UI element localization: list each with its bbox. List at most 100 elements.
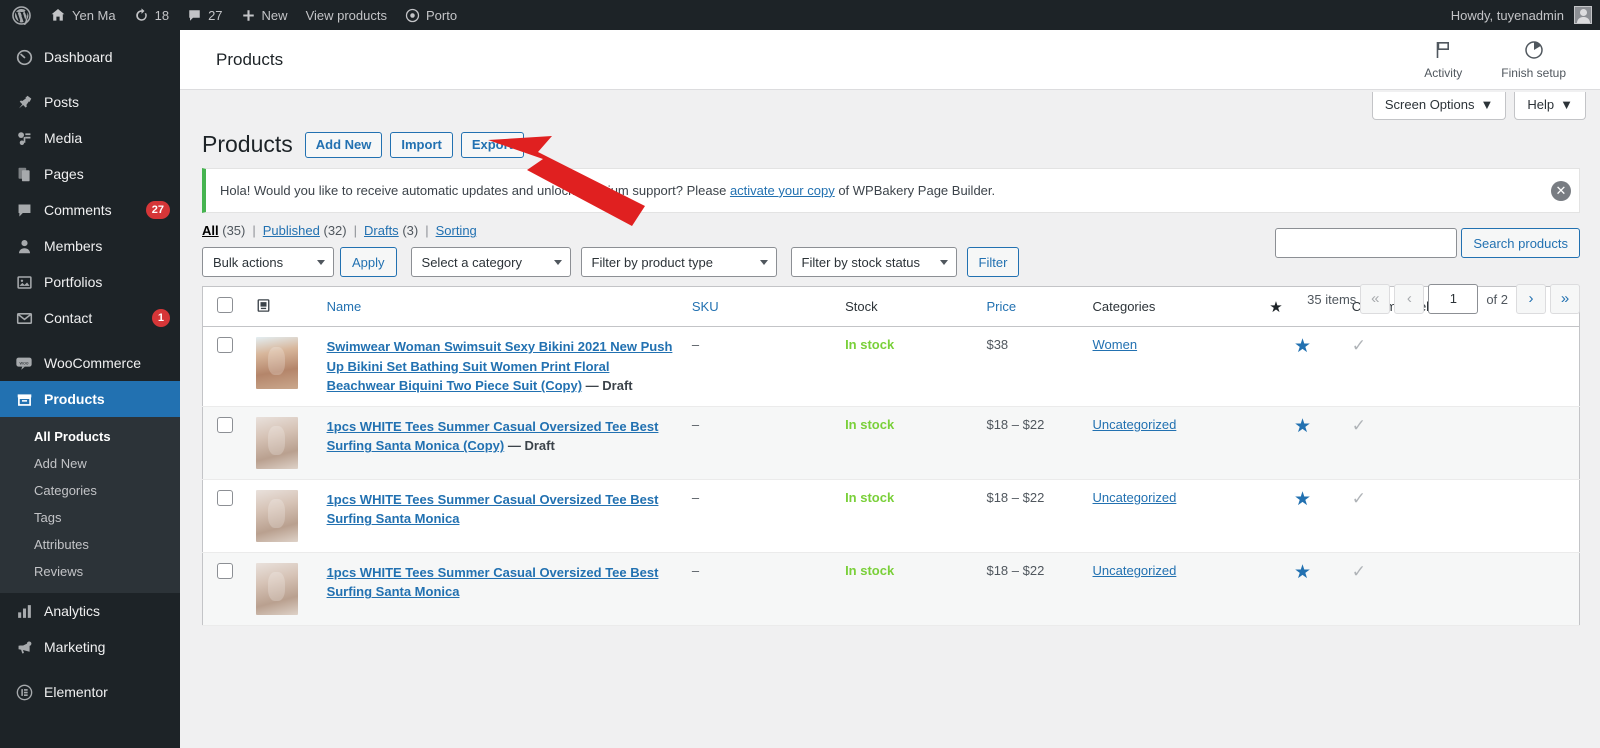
product-title-link[interactable]: 1pcs WHITE Tees Summer Casual Oversized … <box>327 565 659 600</box>
help-tab[interactable]: Help ▼ <box>1514 92 1586 120</box>
svg-text:woo: woo <box>19 361 28 366</box>
category-link[interactable]: Uncategorized <box>1093 490 1177 505</box>
chevron-down-icon: ▼ <box>1480 97 1494 112</box>
category-link[interactable]: Uncategorized <box>1093 417 1177 432</box>
activity-label: Activity <box>1424 65 1463 80</box>
sidebar-item-members[interactable]: Members <box>0 228 180 264</box>
search-input[interactable] <box>1275 228 1458 258</box>
row-checkbox[interactable] <box>217 489 233 506</box>
view-drafts-link[interactable]: Drafts <box>364 223 399 238</box>
view-drafts[interactable]: Drafts (3) <box>364 223 418 238</box>
chevron-down-icon <box>939 260 948 266</box>
sidebar-item-products[interactable]: Products <box>0 381 188 417</box>
sidebar-item-media[interactable]: Media <box>0 120 180 156</box>
search-products-button[interactable]: Search products <box>1461 228 1580 258</box>
first-page-button[interactable]: « <box>1360 284 1391 314</box>
product-title-link[interactable]: 1pcs WHITE Tees Summer Casual Oversized … <box>327 419 659 454</box>
featured-star-icon[interactable]: ★ <box>1294 336 1311 357</box>
featured-star-icon[interactable]: ★ <box>1294 562 1311 583</box>
featured-star-icon[interactable]: ★ <box>1294 489 1311 510</box>
featured-star-icon[interactable]: ★ <box>1294 416 1311 437</box>
row-checkbox-cell[interactable] <box>202 479 248 553</box>
submenu-item-attributes[interactable]: Attributes <box>0 531 180 558</box>
row-checkbox-cell[interactable] <box>202 552 248 626</box>
howdy-label: Howdy, tuyenadmin <box>1450 7 1564 23</box>
admin-bar: Yen Ma 18 27 New View products Porto How… <box>0 0 1600 30</box>
view-sorting-link[interactable]: Sorting <box>436 223 477 238</box>
column-price[interactable]: Price <box>978 286 1085 328</box>
sidebar-item-label: Contact <box>44 310 93 326</box>
category-link[interactable]: Uncategorized <box>1093 563 1177 578</box>
view-published[interactable]: Published (32) <box>263 223 347 238</box>
sidebar-item-pages[interactable]: Pages <box>0 156 180 192</box>
avatar[interactable] <box>1574 6 1592 24</box>
submenu-item-categories[interactable]: Categories <box>0 477 180 504</box>
view-sorting[interactable]: Sorting <box>436 223 477 238</box>
close-icon[interactable]: ✕ <box>1551 180 1571 201</box>
current-page-input[interactable]: 1 <box>1428 284 1479 314</box>
sidebar-item-contact[interactable]: Contact 1 <box>0 300 180 336</box>
my-account-menu[interactable]: Howdy, tuyenadmin <box>1442 0 1566 30</box>
submenu-item-tags[interactable]: Tags <box>0 504 180 531</box>
stock-status-filter-select[interactable]: Filter by stock status <box>790 247 957 278</box>
sidebar-item-analytics[interactable]: Analytics <box>0 593 180 629</box>
sidebar-item-marketing[interactable]: Marketing <box>0 629 180 665</box>
submenu-item-add-new[interactable]: Add New <box>0 450 180 477</box>
wordpress-logo-menu[interactable] <box>0 0 41 30</box>
view-all-link[interactable]: All <box>202 223 219 238</box>
views-separator: | <box>252 223 256 239</box>
row-checkbox-cell[interactable] <box>202 326 248 407</box>
comments-menu[interactable]: 27 <box>178 0 231 30</box>
prev-page-button[interactable]: ‹ <box>1394 284 1425 314</box>
sidebar-item-woocommerce[interactable]: woo WooCommerce <box>0 345 180 381</box>
megaphone-icon <box>14 637 34 657</box>
row-checkbox[interactable] <box>217 337 233 354</box>
activate-copy-link[interactable]: activate your copy <box>730 183 835 198</box>
product-thumbnail <box>255 337 298 390</box>
view-all-count: (35) <box>222 223 246 239</box>
column-sku[interactable]: SKU <box>683 286 838 328</box>
activity-button[interactable]: Activity <box>1415 40 1471 80</box>
sidebar-item-dashboard[interactable]: Dashboard <box>0 39 180 75</box>
sidebar-item-elementor[interactable]: Elementor <box>0 674 180 710</box>
row-checkbox[interactable] <box>217 562 233 579</box>
select-all-checkbox[interactable] <box>217 297 233 314</box>
comments-count: 27 <box>208 7 223 23</box>
view-products-link[interactable]: View products <box>297 0 396 30</box>
product-type-filter-select[interactable]: Filter by product type <box>580 247 777 278</box>
sidebar-item-portfolios[interactable]: Portfolios <box>0 264 180 300</box>
filter-button[interactable]: Filter <box>966 247 1020 278</box>
new-content-menu[interactable]: New <box>232 0 297 30</box>
sidebar-item-comments[interactable]: Comments 27 <box>0 192 180 228</box>
next-page-button[interactable]: › <box>1516 284 1546 314</box>
row-checkbox[interactable] <box>217 416 233 433</box>
row-checkbox-cell[interactable] <box>202 406 248 480</box>
submenu-item-reviews[interactable]: Reviews <box>0 558 180 585</box>
screen-options-tab[interactable]: Screen Options ▼ <box>1371 92 1507 120</box>
sidebar-item-posts[interactable]: Posts <box>0 84 180 120</box>
category-link[interactable]: Women <box>1093 337 1138 352</box>
bulk-actions-select[interactable]: Bulk actions <box>202 247 334 278</box>
import-button[interactable]: Import <box>390 131 453 158</box>
row-featured-cell: ★ <box>1261 326 1344 407</box>
column-name[interactable]: Name <box>318 286 684 328</box>
updates-menu[interactable]: 18 <box>125 0 178 30</box>
pie-progress-icon <box>1524 40 1544 63</box>
export-button[interactable]: Export <box>460 131 525 158</box>
finish-setup-button[interactable]: Finish setup <box>1501 40 1566 80</box>
view-all[interactable]: All (35) <box>202 223 245 238</box>
site-name-menu[interactable]: Yen Ma <box>41 0 125 30</box>
porto-menu[interactable]: Porto <box>396 0 466 30</box>
row-price-cell: $18 – $22 <box>978 479 1085 553</box>
submenu-item-all-products[interactable]: All Products <box>0 423 180 450</box>
main-content: Products Activity Finish setup Screen Op… <box>180 30 1600 748</box>
category-filter-select[interactable]: Select a category <box>410 247 571 278</box>
select-all-checkbox-cell[interactable] <box>202 286 248 328</box>
views-separator: | <box>353 223 358 239</box>
last-page-button[interactable]: » <box>1550 284 1580 314</box>
apply-button[interactable]: Apply <box>340 247 397 278</box>
product-title-link[interactable]: 1pcs WHITE Tees Summer Casual Oversized … <box>327 492 659 527</box>
check-icon: ✓ <box>1351 336 1366 356</box>
add-new-button[interactable]: Add New <box>304 131 383 158</box>
view-published-link[interactable]: Published <box>263 223 320 238</box>
